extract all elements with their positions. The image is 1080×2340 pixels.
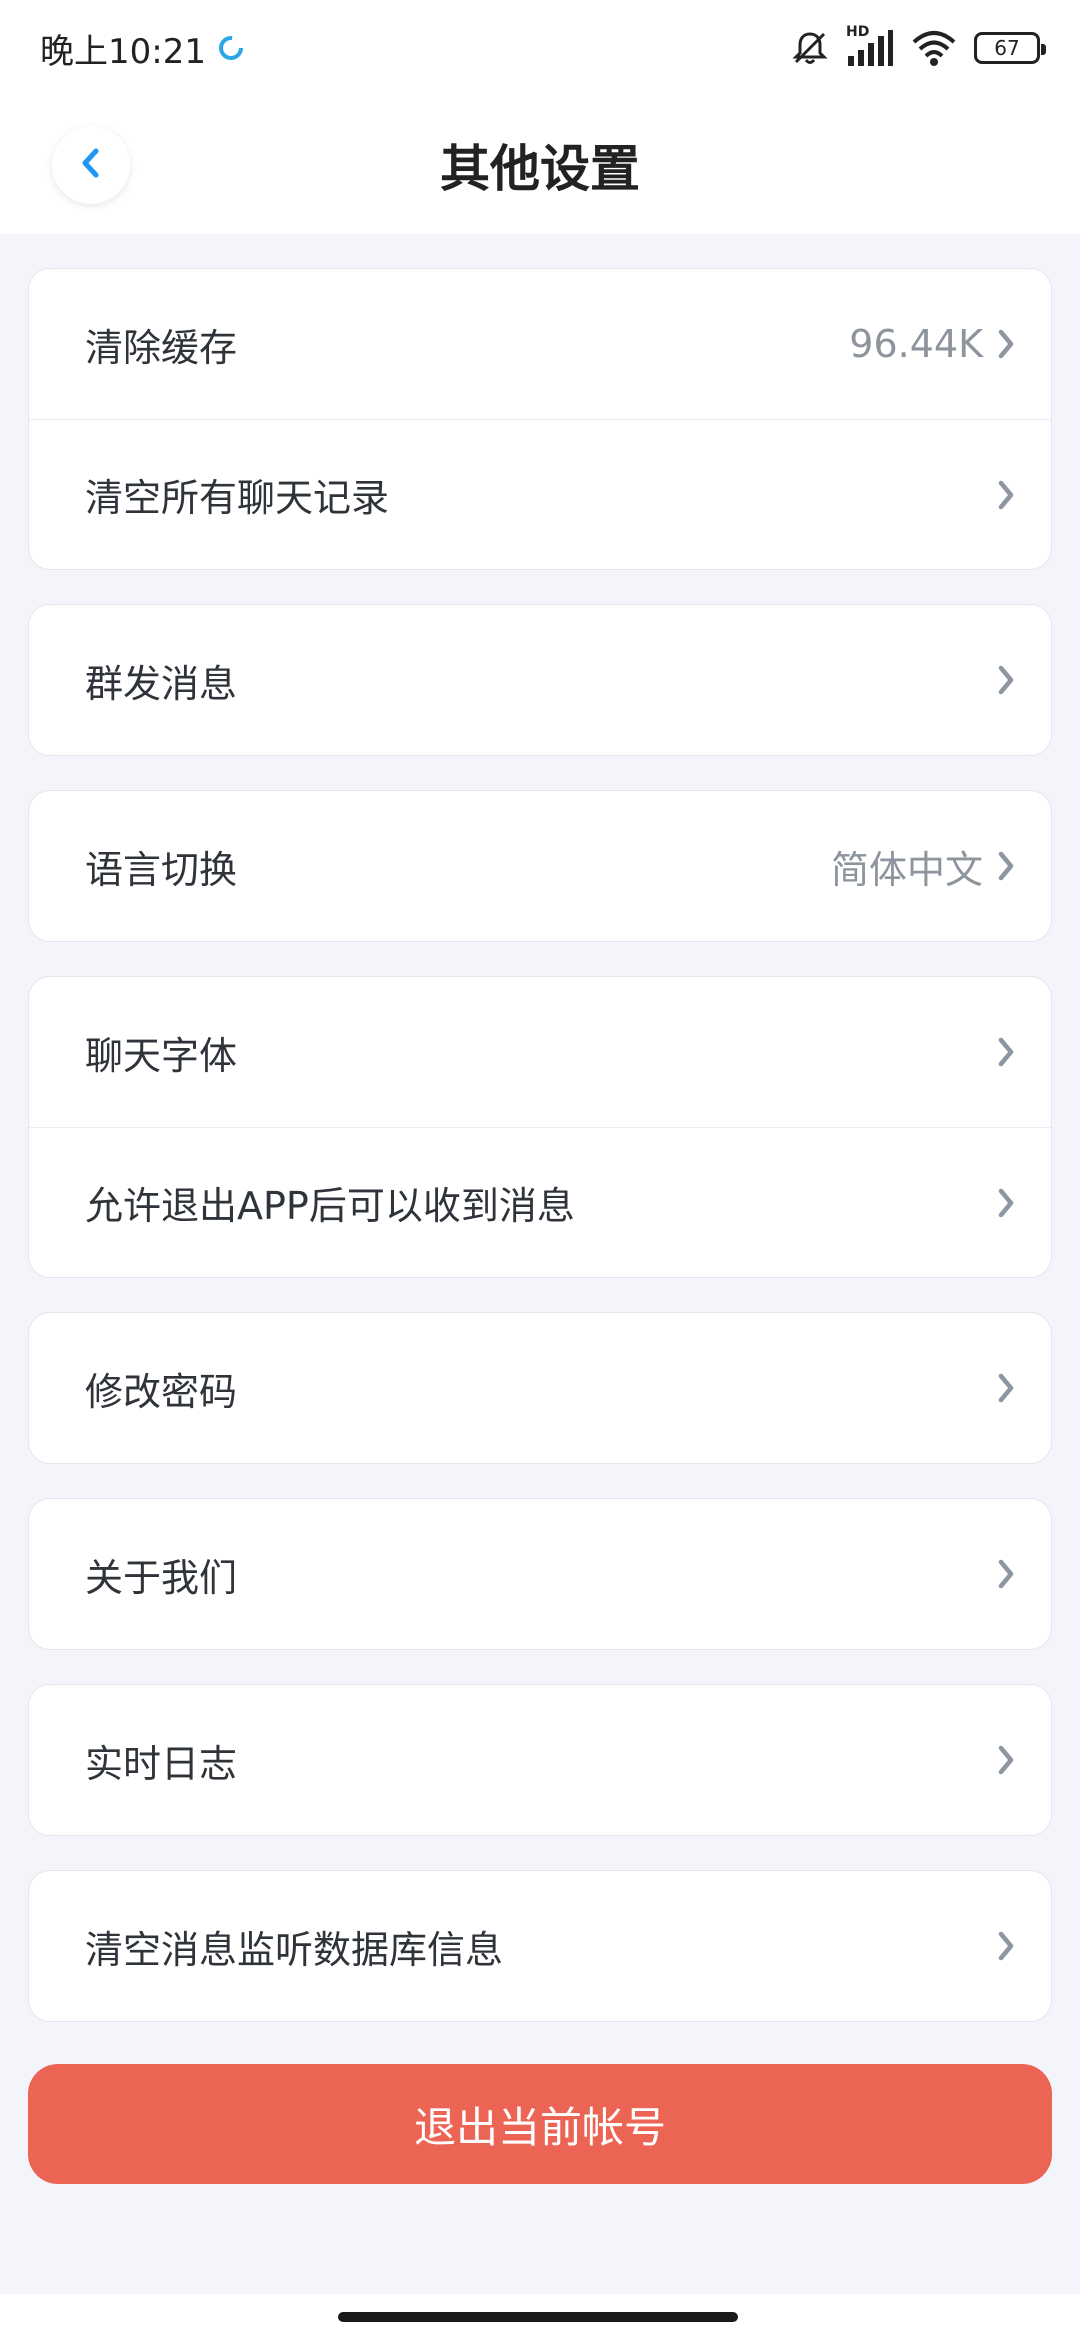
settings-row-value: 简体中文: [830, 847, 983, 892]
settings-card: 语言切换 简体中文: [28, 790, 1052, 942]
settings-card: 聊天字体允许退出APP后可以收到消息: [28, 976, 1052, 1278]
page-title: 其他设置: [440, 140, 640, 198]
settings-row[interactable]: 语言切换 简体中文: [29, 791, 1051, 941]
status-bar: 晚上10:21 HD 67: [0, 0, 1080, 96]
settings-row-value: 96.44K: [849, 322, 983, 366]
settings-card: 实时日志: [28, 1684, 1052, 1836]
settings-row-label: 语言切换: [85, 847, 238, 892]
logout-button[interactable]: 退出当前帐号: [28, 2064, 1052, 2184]
chevron-right-icon: [991, 475, 1021, 515]
settings-row-label: 允许退出APP后可以收到消息: [85, 1184, 575, 1228]
status-right: HD 67: [790, 24, 1046, 68]
chevron-left-icon: [76, 143, 106, 187]
chevron-right-icon: [991, 324, 1021, 364]
settings-row[interactable]: 群发消息: [29, 605, 1051, 755]
system-nav-bar: [0, 2294, 1080, 2340]
chevron-right-icon: [991, 1183, 1021, 1223]
settings-row-label: 修改密码: [85, 1369, 238, 1414]
mute-bell-icon: [790, 28, 830, 68]
settings-row[interactable]: 清除缓存 96.44K: [29, 269, 1051, 419]
home-indicator[interactable]: [338, 2312, 738, 2322]
battery-icon: 67: [974, 32, 1046, 64]
chevron-right-icon: [991, 846, 1021, 886]
signal-hd-icon: HD: [846, 24, 894, 68]
status-left: 晚上10:21: [40, 24, 246, 73]
settings-row-label: 群发消息: [85, 661, 238, 706]
settings-card: 群发消息: [28, 604, 1052, 756]
settings-card: 清空消息监听数据库信息: [28, 1870, 1052, 2022]
settings-row[interactable]: 清空消息监听数据库信息: [29, 1871, 1051, 2021]
settings-card: 关于我们: [28, 1498, 1052, 1650]
chevron-right-icon: [991, 1032, 1021, 1072]
settings-row-label: 实时日志: [85, 1741, 238, 1786]
settings-list: 清除缓存 96.44K 清空所有聊天记录 群发消息语言切换 简体中文聊天字体允许退出AP…: [28, 268, 1052, 2056]
chevron-right-icon: [991, 660, 1021, 700]
settings-row[interactable]: 清空所有聊天记录: [29, 419, 1051, 569]
settings-row[interactable]: 关于我们: [29, 1499, 1051, 1649]
settings-row-label: 清空所有聊天记录: [85, 476, 390, 520]
settings-row[interactable]: 聊天字体: [29, 977, 1051, 1127]
status-time: 晚上10:21: [40, 31, 206, 72]
app-notification-icon: [216, 33, 246, 63]
chevron-right-icon: [991, 1926, 1021, 1966]
settings-row-label: 清空消息监听数据库信息: [85, 1927, 504, 1972]
chevron-right-icon: [991, 1554, 1021, 1594]
wifi-icon: [910, 28, 958, 68]
settings-row-label: 聊天字体: [85, 1033, 238, 1078]
chevron-right-icon: [991, 1368, 1021, 1408]
settings-row[interactable]: 允许退出APP后可以收到消息: [29, 1127, 1051, 1277]
settings-row[interactable]: 实时日志: [29, 1685, 1051, 1835]
settings-card: 修改密码: [28, 1312, 1052, 1464]
battery-level: 67: [994, 36, 1020, 60]
settings-row-label: 关于我们: [85, 1555, 238, 1600]
settings-row[interactable]: 修改密码: [29, 1313, 1051, 1463]
settings-row-label: 清除缓存: [85, 325, 238, 370]
page-header: 其他设置: [0, 96, 1080, 234]
back-button[interactable]: [52, 126, 130, 204]
settings-card: 清除缓存 96.44K 清空所有聊天记录: [28, 268, 1052, 570]
chevron-right-icon: [991, 1740, 1021, 1780]
